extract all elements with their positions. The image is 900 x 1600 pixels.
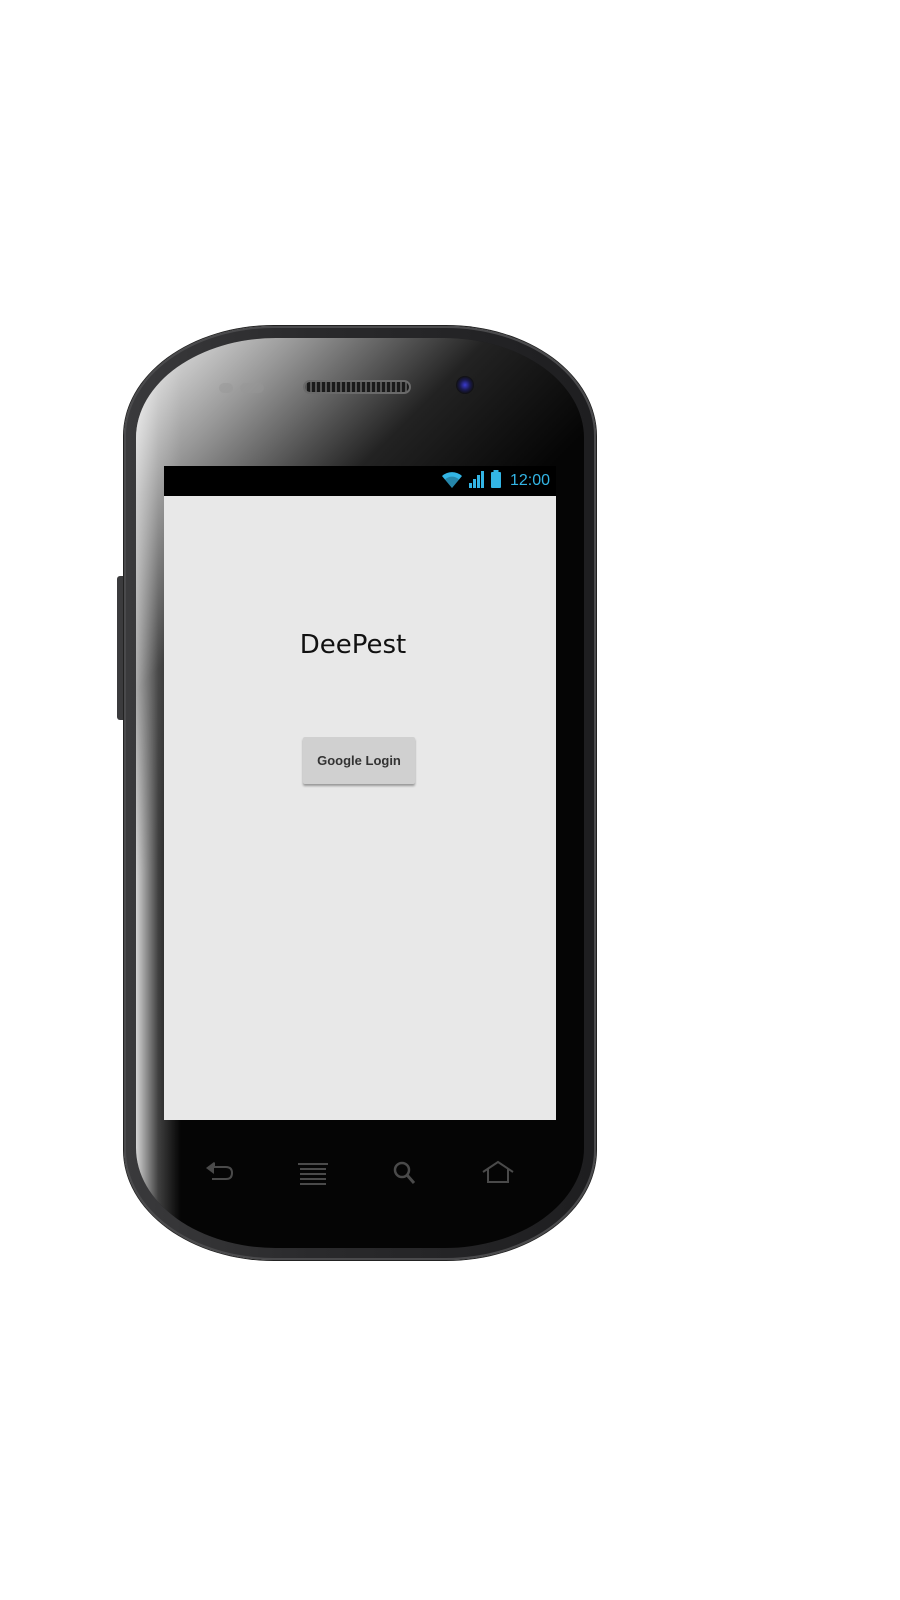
status-bar: 12:00 (164, 466, 556, 496)
front-camera (456, 376, 474, 394)
back-icon[interactable] (202, 1158, 236, 1188)
search-icon[interactable] (388, 1158, 422, 1188)
earpiece-speaker (303, 380, 411, 394)
app-title: DeePest (299, 630, 407, 660)
light-sensor (240, 383, 264, 393)
battery-icon (490, 469, 502, 494)
phone-screen: 12:00 DeePest Google Login (164, 466, 556, 1120)
google-login-button[interactable]: Google Login (303, 737, 415, 784)
home-icon[interactable] (481, 1158, 515, 1188)
menu-icon[interactable] (296, 1158, 330, 1188)
status-time: 12:00 (509, 472, 550, 489)
page: 12:00 DeePest Google Login (0, 0, 900, 1600)
wifi-icon (440, 469, 464, 494)
cell-signal-icon (468, 469, 486, 494)
status-icons: 12:00 (440, 469, 550, 494)
proximity-sensor (219, 383, 233, 393)
